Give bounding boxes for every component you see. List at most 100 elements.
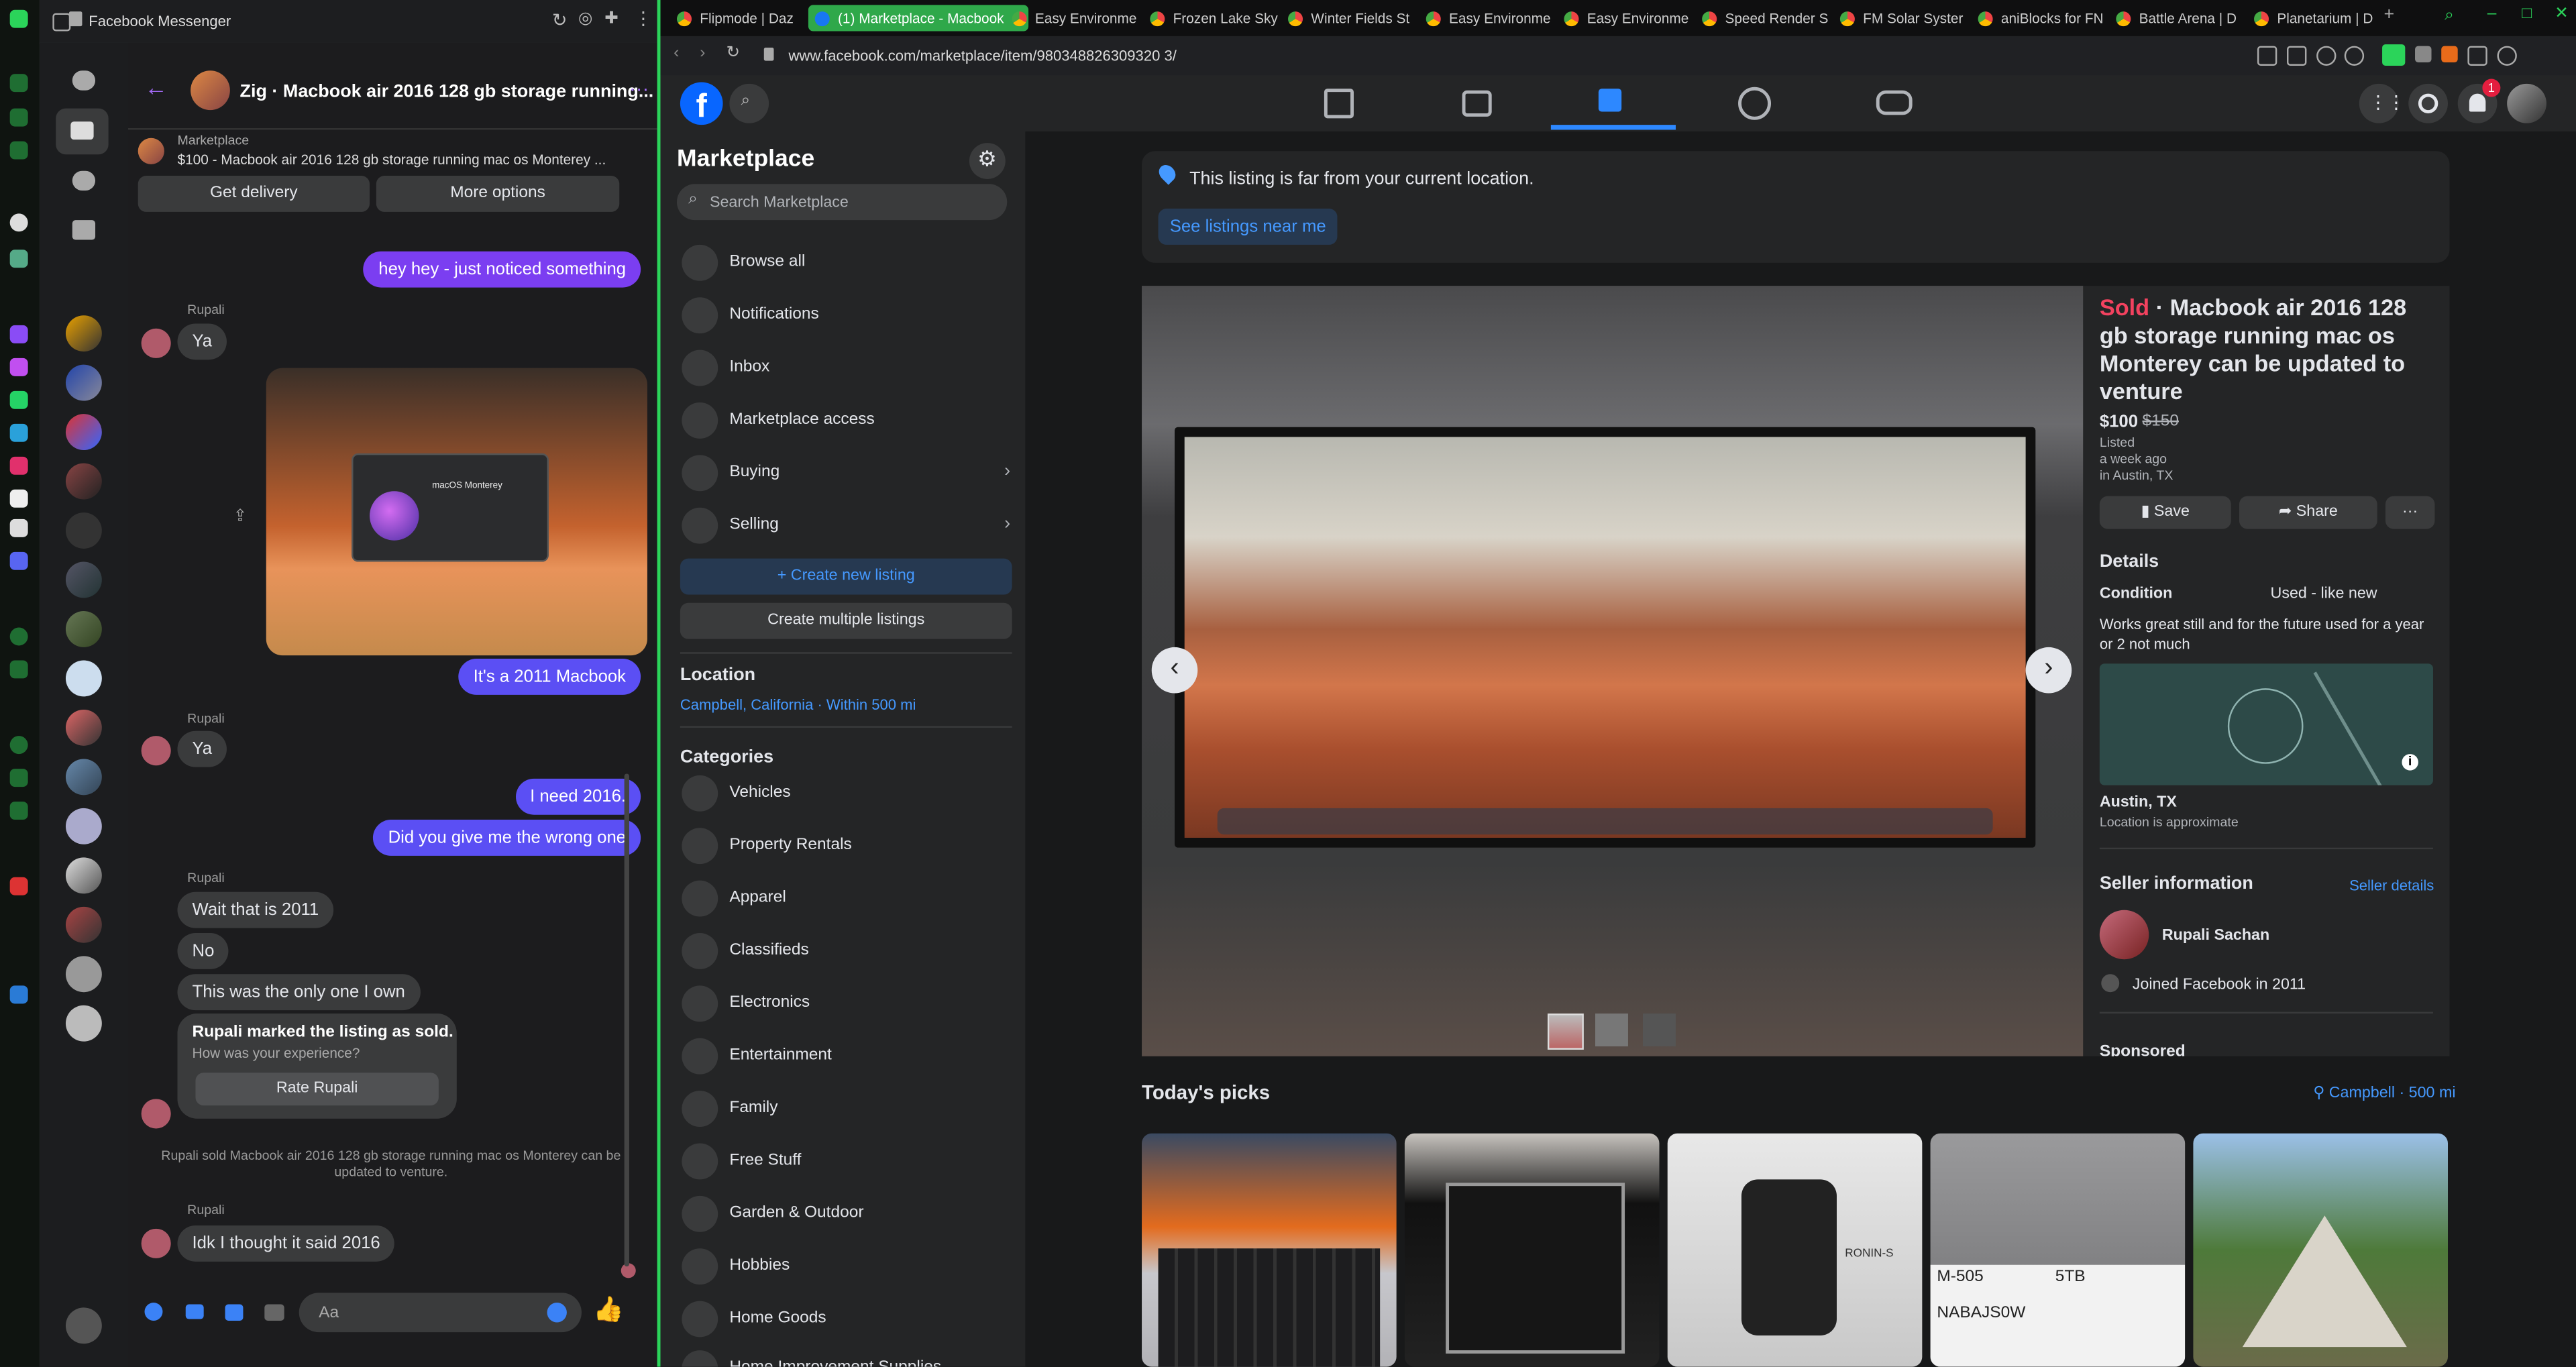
- minimize-icon[interactable]: –: [2487, 5, 2497, 23]
- video-icon[interactable]: [1462, 90, 1492, 117]
- new-tab-icon[interactable]: +: [2383, 5, 2394, 24]
- rail-app-icon[interactable]: [9, 736, 28, 755]
- conversation-avatar[interactable]: [65, 956, 102, 993]
- browser-tab[interactable]: Battle Arena | D: [2110, 5, 2271, 31]
- category-family[interactable]: Family: [677, 1086, 1014, 1132]
- menu-button[interactable]: ⋮⋮: [2359, 83, 2405, 123]
- message-bubble[interactable]: Wait that is 2011: [177, 891, 334, 928]
- nav-inbox[interactable]: Inbox: [677, 345, 1014, 391]
- pick-card-case[interactable]: [1404, 1133, 1660, 1367]
- thumbs-up-icon[interactable]: 👍: [593, 1295, 624, 1324]
- conversation-avatar[interactable]: [65, 808, 102, 844]
- gaming-icon[interactable]: [1876, 90, 1913, 115]
- browser-tab[interactable]: FM Solar Syster: [1833, 5, 1994, 31]
- message-bubble[interactable]: Did you give me the wrong one: [373, 820, 641, 856]
- camera-icon[interactable]: [2287, 46, 2307, 66]
- nav-marketplace-access[interactable]: Marketplace access: [677, 398, 1014, 444]
- chats-icon[interactable]: [72, 70, 96, 91]
- archive-icon[interactable]: [72, 220, 96, 240]
- plus-icon[interactable]: [144, 1303, 163, 1321]
- tiktok-icon[interactable]: [9, 489, 28, 508]
- browser-tab[interactable]: Flipmode | Daz: [670, 5, 831, 31]
- messenger-button[interactable]: [2408, 83, 2449, 123]
- seller-name[interactable]: Rupali Sachan: [2162, 926, 2269, 944]
- message-bubble[interactable]: Ya: [177, 730, 227, 767]
- rail-app-icon[interactable]: [9, 660, 28, 679]
- conversation-avatar[interactable]: [65, 906, 102, 943]
- category-vehicles[interactable]: Vehicles: [677, 771, 1014, 817]
- category-classifieds[interactable]: Classifieds: [677, 928, 1014, 975]
- category-free-stuff[interactable]: Free Stuff: [677, 1138, 1014, 1185]
- messenger-icon[interactable]: [9, 358, 28, 376]
- more-options-button[interactable]: More options: [376, 176, 620, 212]
- marketplace-icon[interactable]: [1598, 89, 1622, 112]
- category-apparel[interactable]: Apparel: [677, 875, 1014, 922]
- url-text[interactable]: www.facebook.com/marketplace/item/980348…: [789, 48, 1177, 64]
- category-hobbies[interactable]: Hobbies: [677, 1244, 1014, 1290]
- category-home-improvement[interactable]: Home Improvement Supplies: [677, 1346, 1014, 1367]
- message-bubble[interactable]: This was the only one I own: [177, 974, 420, 1011]
- chat-title[interactable]: Zig · Macbook air 2016 128 gb storage ru…: [240, 82, 654, 101]
- emoji-icon[interactable]: [547, 1303, 567, 1323]
- message-bubble[interactable]: Idk I thought it said 2016: [177, 1225, 395, 1262]
- macbook-screenshot-image[interactable]: macOS Monterey: [266, 368, 647, 656]
- download-icon[interactable]: [2467, 46, 2487, 66]
- conversation-avatar[interactable]: [65, 364, 102, 401]
- maximize-icon[interactable]: □: [2522, 5, 2532, 23]
- share-icon[interactable]: ⇪: [233, 508, 248, 526]
- see-near-button[interactable]: See listings near me: [1158, 209, 1338, 245]
- reload-icon[interactable]: ↻: [552, 10, 568, 31]
- profile-avatar[interactable]: [65, 1307, 102, 1344]
- conversation-avatar[interactable]: [65, 463, 102, 500]
- pick-card-gimbal[interactable]: RONIN-S: [1667, 1133, 1923, 1367]
- x-icon[interactable]: [9, 518, 28, 537]
- conversation-avatar[interactable]: [65, 709, 102, 746]
- rail-app-icon[interactable]: [9, 877, 28, 895]
- browser-tab[interactable]: Speed Render S: [1695, 5, 1856, 31]
- message-bubble[interactable]: hey hey - just noticed something: [364, 251, 641, 288]
- close-icon[interactable]: ✕: [2555, 5, 2569, 23]
- rail-app-icon[interactable]: [9, 250, 28, 268]
- account-avatar[interactable]: [2507, 83, 2546, 123]
- search-input[interactable]: ⌕ Search Marketplace: [676, 184, 1008, 221]
- seller-avatar[interactable]: [2099, 910, 2149, 960]
- target-icon[interactable]: ◎: [578, 10, 592, 28]
- telegram-icon[interactable]: [9, 423, 28, 442]
- conversation-avatar[interactable]: [65, 561, 102, 598]
- browser-tab-active[interactable]: (1) Marketplace - Macbook: [808, 5, 1029, 32]
- facebook-logo-icon[interactable]: f: [680, 82, 723, 125]
- message-bubble[interactable]: No: [177, 933, 229, 969]
- pick-card-macbook[interactable]: [1142, 1133, 1397, 1367]
- listing-photo[interactable]: [1175, 427, 2036, 848]
- reload-icon[interactable]: ↻: [726, 44, 740, 62]
- chat-options-icon[interactable]: ···: [629, 77, 649, 100]
- extension-icon[interactable]: [2415, 46, 2432, 63]
- pick-card-camper[interactable]: [2193, 1133, 2449, 1367]
- prev-photo-button[interactable]: ‹: [1151, 647, 1198, 694]
- share-button[interactable]: ➦ Share: [2239, 496, 2377, 529]
- message-bubble[interactable]: I need 2016.: [515, 778, 641, 815]
- next-photo-button[interactable]: ›: [2025, 647, 2072, 694]
- rail-app-icon[interactable]: [9, 108, 28, 127]
- search-button[interactable]: ⌕: [729, 83, 769, 123]
- nav-notifications[interactable]: Notifications: [677, 292, 1014, 339]
- discord-icon[interactable]: [9, 551, 28, 570]
- extension-icon[interactable]: [2441, 46, 2458, 63]
- rail-app-icon[interactable]: [9, 627, 28, 646]
- notifications-button[interactable]: 1: [2457, 78, 2501, 123]
- get-delivery-button[interactable]: Get delivery: [138, 176, 370, 212]
- rail-app-icon[interactable]: [9, 985, 28, 1004]
- location-map[interactable]: i: [2099, 663, 2433, 785]
- rail-app-icon[interactable]: [9, 769, 28, 787]
- requests-icon[interactable]: [72, 170, 96, 191]
- conversation-avatar[interactable]: [65, 759, 102, 796]
- seller-details-link[interactable]: Seller details: [2349, 877, 2434, 893]
- marketplace-tab[interactable]: [56, 108, 109, 155]
- rail-app-icon[interactable]: [9, 802, 28, 820]
- home-icon[interactable]: [1324, 89, 1354, 119]
- rail-app-icon[interactable]: [9, 74, 28, 93]
- location-link[interactable]: Campbell, California · Within 500 mi: [680, 696, 916, 712]
- conversation-avatar[interactable]: [65, 611, 102, 647]
- whatsapp-icon[interactable]: [9, 390, 28, 409]
- sticker-icon[interactable]: [225, 1304, 244, 1321]
